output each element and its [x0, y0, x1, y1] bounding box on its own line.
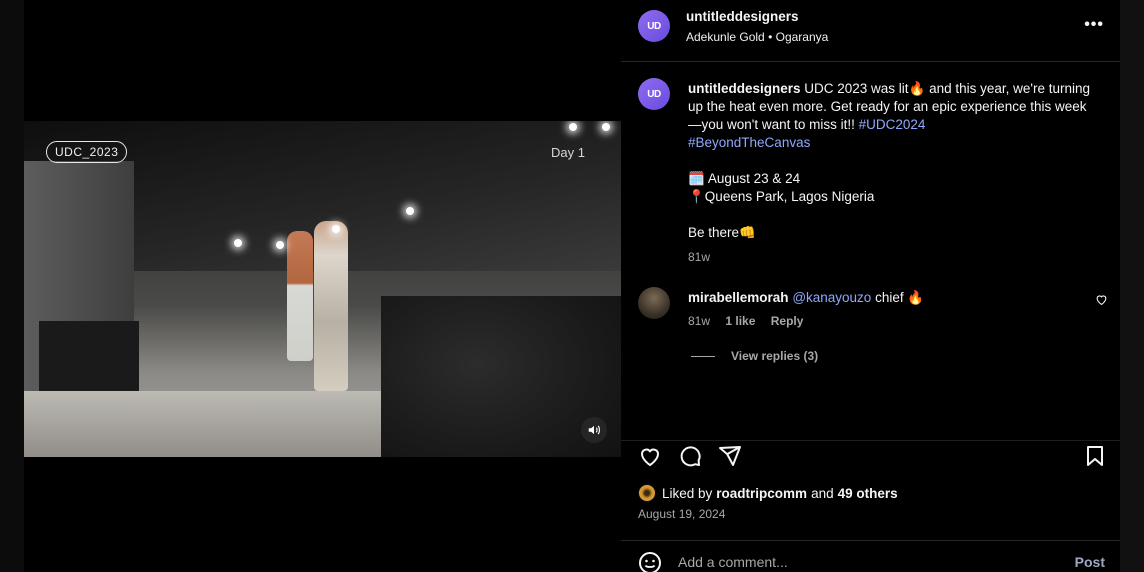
event-location: 📍Queens Park, Lagos Nigeria [688, 189, 875, 204]
stage-light [569, 123, 577, 131]
audio-attribution[interactable]: Adekunle Gold • Ogaranya [686, 30, 828, 44]
video-speaker-1 [287, 231, 313, 361]
stage-light [406, 207, 414, 215]
comment-meta: 81w 1 like Reply [688, 314, 815, 328]
comment-text: mirabellemorah @kanayouzo chief 🔥 [688, 289, 924, 307]
emoji-icon[interactable] [638, 551, 662, 572]
comment-likes[interactable]: 1 like [725, 314, 755, 328]
hashtag-beyondthecanvas[interactable]: #BeyondTheCanvas [688, 135, 810, 150]
video-player[interactable]: UDC_2023 Day 1 [24, 121, 621, 457]
commenter-username[interactable]: mirabellemorah [688, 290, 789, 305]
speaker-icon [588, 425, 600, 435]
post-header: UD untitleddesigners Adekunle Gold • Oga… [621, 0, 1120, 62]
post-button[interactable]: Post [1075, 554, 1105, 570]
right-gutter [1120, 0, 1144, 572]
comment-input[interactable]: Add a comment... [678, 554, 788, 570]
audio-artist: Adekunle Gold [686, 30, 765, 44]
stage-light [276, 241, 284, 249]
likes-prefix: Liked by [662, 485, 713, 501]
avatar[interactable]: UD [638, 78, 670, 110]
avatar[interactable]: UD [638, 10, 670, 42]
stage-light [234, 239, 242, 247]
post-sidebar: UD untitleddesigners Adekunle Gold • Oga… [621, 0, 1120, 572]
likes-others[interactable]: 49 others [838, 486, 898, 501]
event-dates: 🗓️ August 23 & 24 [688, 171, 801, 186]
view-replies-button[interactable]: View replies (3) [691, 349, 818, 363]
post-date: August 19, 2024 [638, 507, 726, 521]
post-author-username[interactable]: untitleddesigners [686, 9, 799, 24]
video-table [39, 321, 139, 396]
stage-light [602, 123, 610, 131]
hashtag-udc2024[interactable]: #UDC2024 [859, 117, 926, 132]
save-icon[interactable] [1083, 444, 1107, 468]
caption-age: 81w [688, 250, 711, 264]
comment-like-icon[interactable] [1095, 293, 1108, 306]
commenter-avatar[interactable] [638, 287, 670, 319]
video-speaker-2 [314, 221, 348, 391]
audio-track: Ogaranya [775, 30, 829, 44]
likes-summary[interactable]: Liked by roadtripcomm and 49 others [638, 484, 898, 502]
like-icon[interactable] [638, 444, 662, 468]
add-comment-bar: Add a comment... Post [621, 540, 1120, 572]
more-options-icon[interactable]: ••• [1084, 16, 1104, 34]
view-replies-label: View replies (3) [731, 349, 819, 363]
audio-separator: • [764, 30, 776, 44]
action-bar [621, 440, 1120, 470]
comment-icon[interactable] [678, 444, 702, 468]
comment-mention[interactable]: @kanayouzo [792, 290, 871, 305]
share-icon[interactable] [718, 444, 742, 468]
call-to-action: Be there👊 [688, 225, 756, 240]
udc-badge: UDC_2023 [46, 141, 128, 163]
audio-button[interactable] [581, 417, 607, 443]
comment-body: chief 🔥 [871, 290, 925, 305]
video-stage [24, 391, 404, 457]
caption-text: untitleddesigners UDC 2023 was lit🔥 and … [688, 80, 1093, 266]
day-label: Day 1 [551, 145, 585, 160]
caption-username[interactable]: untitleddesigners [688, 81, 801, 96]
liker-username[interactable]: roadtripcomm [716, 486, 807, 501]
liker-avatar [638, 484, 656, 502]
likes-mid: and [811, 485, 834, 501]
comment-age: 81w [688, 314, 711, 328]
stage-light [332, 225, 340, 233]
replies-divider [691, 355, 715, 357]
reply-button[interactable]: Reply [771, 314, 804, 328]
